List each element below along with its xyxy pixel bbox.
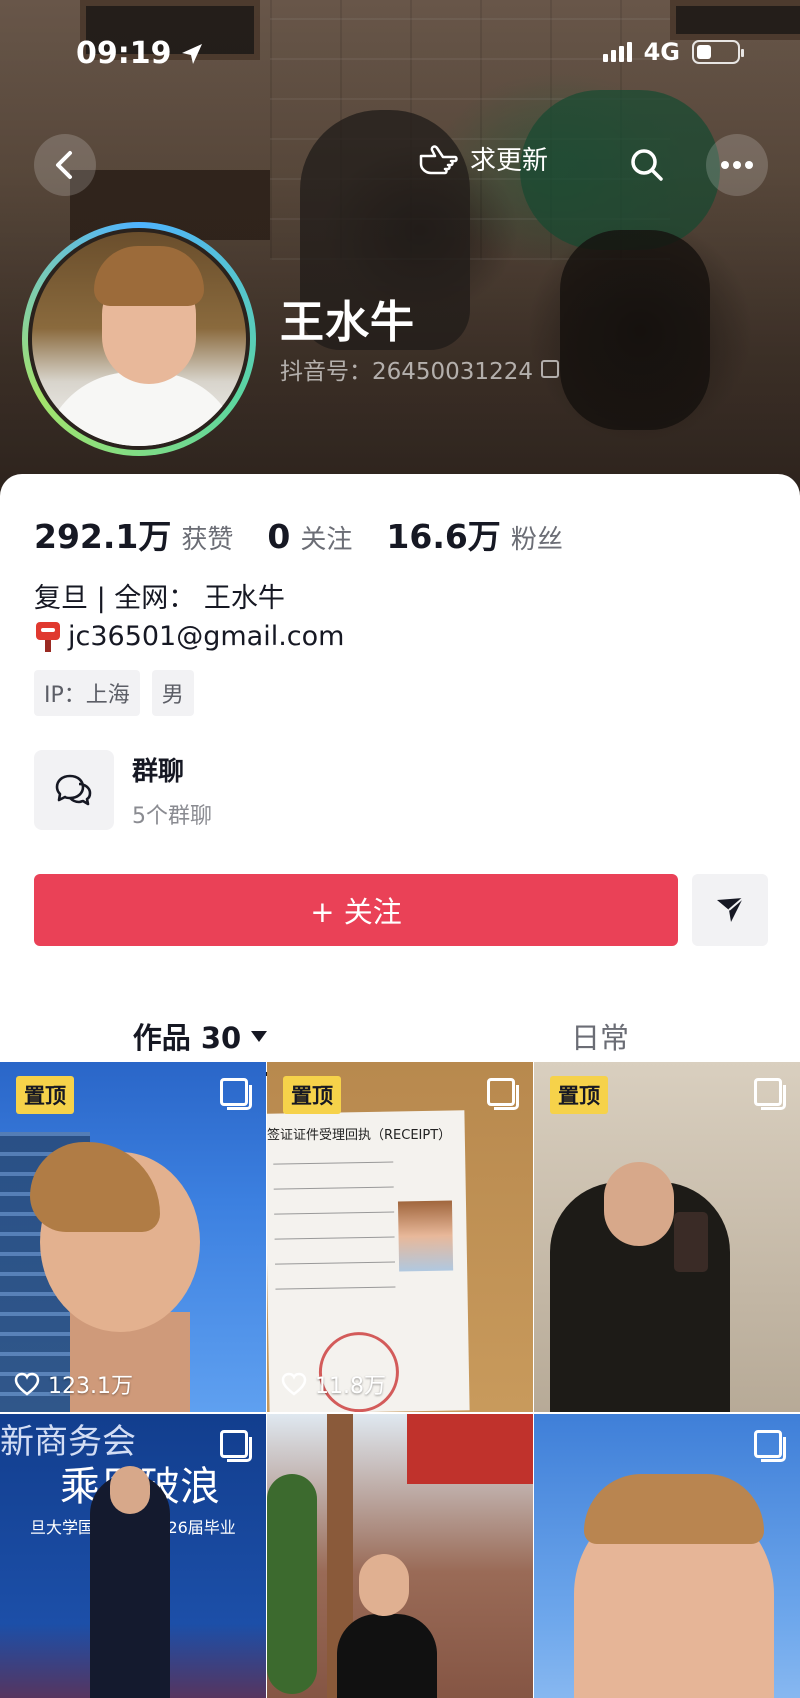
avatar [28,228,250,450]
id-photo [397,1200,454,1272]
like-count-text: 11.8万 [315,1374,386,1399]
group-chat-text: 群聊 5个群聊 [132,751,212,830]
pointing-hand-icon [419,144,458,174]
network-type: 4G [643,38,680,66]
stat-likes[interactable]: 292.1万 获赞 [34,510,233,558]
heart-icon [281,1372,307,1396]
share-button[interactable] [692,874,768,946]
like-count: 123.1万 [14,1368,133,1400]
more-options-button[interactable] [706,134,768,196]
group-chat-title: 群聊 [132,756,185,787]
document-title: 签证证件受理回执（RECEIPT） [267,1128,452,1143]
video-tile[interactable]: 新商务会 乘风破浪 旦大学国际文化 2026届毕业 [0,1414,266,1698]
copy-icon[interactable] [540,360,559,378]
video-tile[interactable] [534,1414,800,1698]
stats-row: 292.1万 获赞 0 关注 16.6万 粉丝 [34,510,563,558]
bio-line: 复旦 | 全网： 王水牛 [34,583,285,614]
stat-number: 0 [267,517,291,556]
multi-image-icon [487,1078,519,1110]
stat-number: 292.1万 [34,517,172,556]
tag-gender: 男 [151,670,194,716]
back-button[interactable] [34,134,96,196]
stat-following[interactable]: 0 关注 [267,517,352,556]
video-tile[interactable]: 置顶 123.1万 [0,1062,266,1412]
like-count-text: 123.1万 [48,1374,133,1399]
douyin-id-text: 抖音号：26450031224 [280,359,533,385]
paper-plane-icon [717,897,744,922]
mailbox-icon [34,620,62,652]
search-icon [631,149,663,181]
heart-icon [14,1372,40,1396]
battery-icon [692,40,744,64]
stat-number: 16.6万 [386,517,501,556]
more-dots-icon [721,161,753,169]
bio-email: jc36501@gmail.com [68,620,345,652]
multi-image-icon [754,1430,786,1462]
pinned-badge: 置顶 [16,1076,74,1114]
multi-image-icon [220,1078,252,1110]
douyin-id[interactable]: 抖音号：26450031224 [280,352,559,386]
request-update-label: 求更新 [470,146,549,176]
video-tile[interactable] [267,1414,533,1698]
follow-button[interactable]: + 关注 [34,874,678,946]
back-icon [56,151,72,179]
video-grid: 置顶 123.1万 签证证件受理回执（RECEIPT） 置顶 11.8万 置顶 … [0,1062,800,1698]
stat-label: 获赞 [181,525,234,555]
status-indicators: 4G [602,38,744,66]
group-chat-count: 5个群聊 [132,803,212,829]
search-button[interactable] [622,140,672,190]
like-count: 11.8万 [281,1368,386,1400]
video-tile[interactable]: 签证证件受理回执（RECEIPT） 置顶 11.8万 [267,1062,533,1412]
stat-label: 粉丝 [510,525,563,555]
multi-image-icon [220,1430,252,1462]
group-chat-icon [34,750,114,830]
status-time: 09:19 [76,36,204,71]
stat-label: 关注 [300,525,353,555]
request-update-button[interactable]: 求更新 [418,140,548,177]
profile-tags: IP：上海 男 [34,670,194,716]
profile-name: 王水牛 [280,297,415,348]
multi-image-icon [754,1078,786,1110]
video-tile[interactable]: 置顶 [534,1062,800,1412]
tag-ip: IP：上海 [34,670,140,716]
avatar-ring[interactable] [22,222,256,456]
status-time-text: 09:19 [76,36,172,71]
pinned-badge: 置顶 [283,1076,341,1114]
location-arrow-icon [181,43,202,64]
tab-works-label: 作品 30 [132,1021,242,1055]
signal-icon [602,42,632,62]
stat-followers[interactable]: 16.6万 粉丝 [386,510,562,558]
document-paper [267,1110,470,1412]
caret-down-icon [251,1030,268,1042]
bio-email-line: jc36501@gmail.com [34,620,344,652]
tab-daily-label: 日常 [570,1021,629,1055]
group-chat-entry[interactable]: 群聊 5个群聊 [34,750,212,830]
pinned-badge: 置顶 [550,1076,608,1114]
